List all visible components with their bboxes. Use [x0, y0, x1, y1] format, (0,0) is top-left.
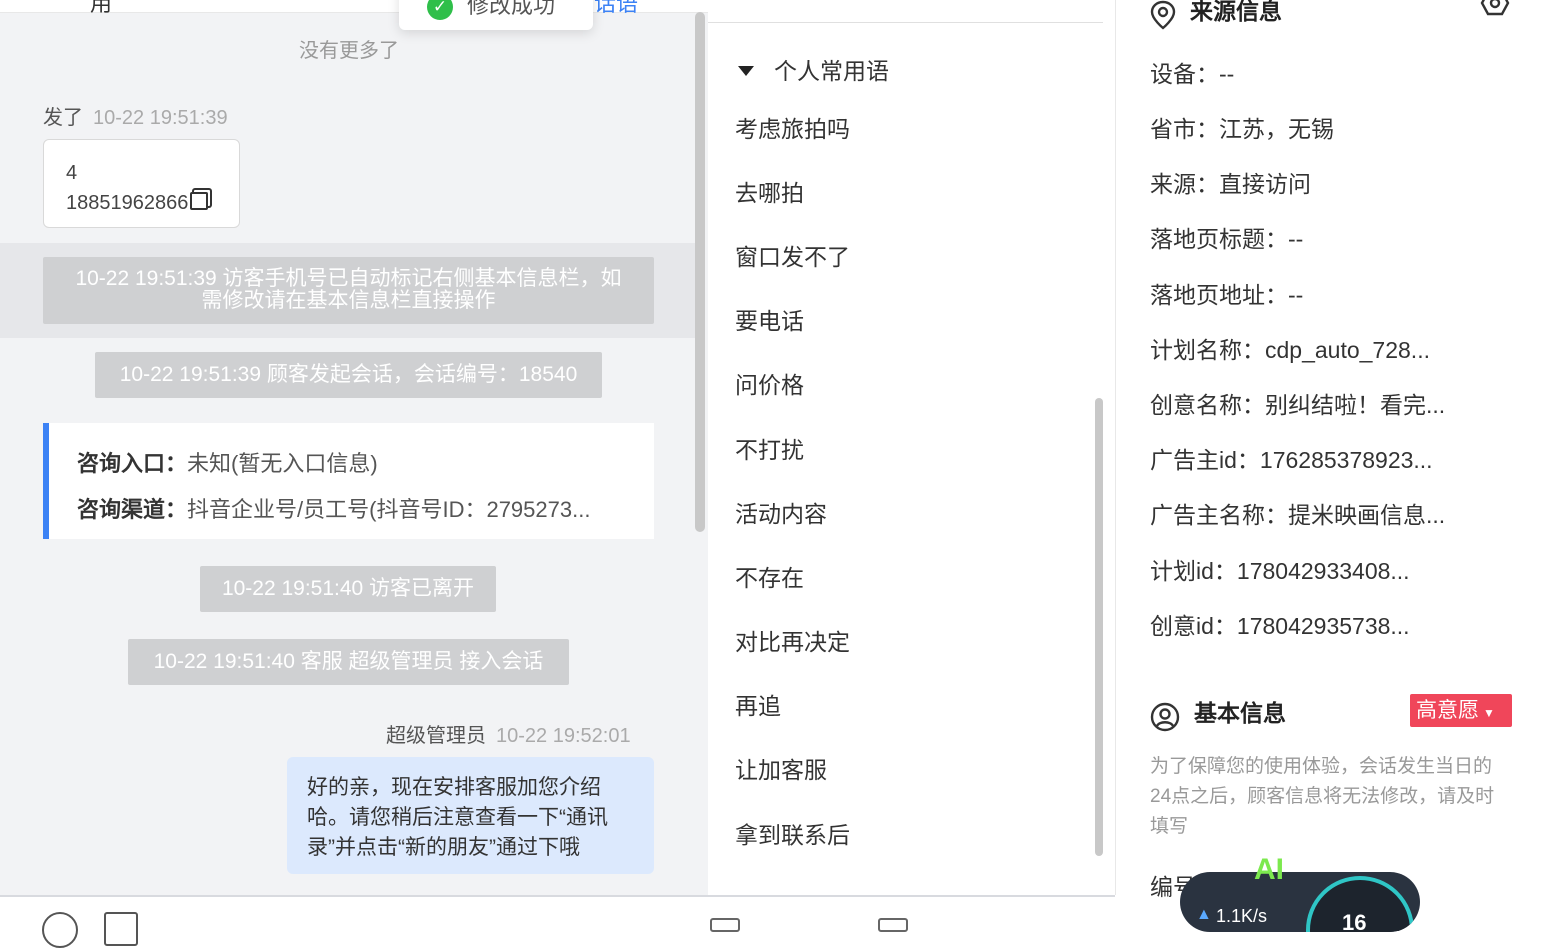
tool-icon[interactable]: [710, 918, 740, 932]
phrase-item[interactable]: 再追: [735, 687, 781, 721]
source-section-title: 来源信息: [1190, 0, 1282, 24]
chat-top-bar: 用 话语: [0, 0, 708, 16]
channel-value: 抖音企业号/员工号(抖音号ID：2795273...: [187, 497, 591, 522]
sender-name: 超级管理员: [386, 725, 486, 747]
toast-text: 修改成功: [467, 0, 556, 18]
entry-key: 咨询入口：: [77, 451, 188, 476]
message-time: 10-22 19:51:39: [93, 107, 228, 129]
phrases-scrollbar[interactable]: [1095, 398, 1103, 856]
entry-value: 未知(暂无入口信息): [187, 451, 378, 476]
copy-icon[interactable]: [190, 192, 209, 210]
sender-name: 发了: [43, 107, 83, 129]
input-toolbar: [0, 895, 1115, 948]
phrase-item[interactable]: 去哪拍: [735, 174, 804, 208]
chat-top-link[interactable]: 话语: [594, 0, 638, 18]
info-advertiser-id: 广告主id：176285378923...: [1150, 447, 1433, 473]
bubble-line: 哈。请您稍后注意查看一下“通讯: [307, 806, 608, 829]
info-province-city: 省市：江苏，无锡: [1150, 116, 1334, 142]
caret-down-icon: [738, 65, 754, 76]
ai-badge[interactable]: AI: [1254, 853, 1284, 887]
system-message-visitor-left: 10-22 19:51:40 访客已离开: [200, 566, 496, 612]
info-landing-title: 落地页标题：--: [1150, 226, 1304, 252]
message-meta: 发了 10-22 19:51:39: [43, 101, 228, 130]
no-more-text: 没有更多了: [299, 40, 399, 62]
tool-icon[interactable]: [878, 918, 908, 932]
check-icon: ✓: [427, 0, 453, 20]
intent-badge[interactable]: 高意愿 ▼: [1410, 694, 1512, 727]
success-toast: ✓ 修改成功: [399, 0, 593, 30]
info-advertiser-name: 广告主名称：提米映画信息...: [1150, 502, 1446, 528]
system-message-line: 需修改请在基本信息栏直接操作: [201, 289, 496, 312]
system-message-line: 10-22 19:51:39 访客手机号已自动标记右侧基本信息栏，如: [75, 267, 622, 290]
chat-scrollbar[interactable]: [695, 12, 705, 532]
agent-message-bubble: 好的亲，现在安排客服加您介绍 哈。请您稍后注意查看一下“通讯 录”并点击“新的朋…: [287, 757, 654, 874]
info-landing-url: 落地页地址：--: [1150, 282, 1304, 308]
user-circle-icon: [1150, 702, 1180, 731]
info-creative-name: 创意名称：别纠结啦！看完...: [1150, 392, 1446, 418]
phrase-item[interactable]: 要电话: [735, 302, 804, 336]
edit-notice: 为了保障您的使用体验，会话发生当日的24点之后，顾客信息将无法修改，请及时填写: [1150, 756, 1495, 837]
image-icon[interactable]: [104, 912, 138, 946]
phrase-item[interactable]: 问价格: [735, 366, 804, 400]
info-plan-id: 计划id：178042933408...: [1150, 558, 1410, 584]
bubble-line: 好的亲，现在安排客服加您介绍: [307, 776, 601, 799]
intent-badge-label: 高意愿: [1416, 699, 1479, 722]
usage-percent: 16: [1342, 910, 1367, 932]
bubble-line: 录”并点击“新的朋友”通过下哦: [307, 836, 580, 859]
settings-icon[interactable]: [1480, 0, 1510, 16]
system-message-session-start: 10-22 19:51:39 顾客发起会话，会话编号：18540: [95, 352, 602, 398]
chat-panel: 用 话语 没有更多了 发了 10-22 19:51:39 4 1885196286…: [0, 0, 709, 895]
phrase-item[interactable]: 活动内容: [735, 495, 827, 529]
basic-section-header: 基本信息: [1150, 694, 1286, 732]
channel-key: 咨询渠道：: [77, 497, 188, 522]
system-message-agent-joined: 10-22 19:51:40 客服 超级管理员 接入会话: [128, 639, 569, 685]
basic-section-title: 基本信息: [1194, 700, 1286, 726]
phrase-item[interactable]: 不存在: [735, 559, 804, 593]
system-message-phone-marked: 10-22 19:51:39 访客手机号已自动标记右侧基本信息栏，如 需修改请在…: [43, 257, 654, 324]
caret-down-icon: ▼: [1483, 706, 1495, 720]
card-phone: 18851962866: [66, 192, 189, 214]
phrase-item[interactable]: 让加客服: [735, 751, 827, 785]
chat-top-partial-label: 用: [90, 0, 113, 16]
info-plan-name: 计划名称：cdp_auto_728...: [1150, 337, 1430, 363]
divider: [708, 22, 1103, 23]
network-speed-widget[interactable]: ▲ 1.1K/s 16: [1180, 872, 1420, 932]
phrase-group-label: 个人常用语: [774, 58, 889, 84]
arrow-up-icon: ▲: [1196, 906, 1212, 923]
phrase-item[interactable]: 对比再决定: [735, 623, 850, 657]
usage-ring: 16: [1306, 876, 1414, 932]
phrase-item[interactable]: 窗口发不了: [735, 238, 850, 272]
phrase-item[interactable]: 考虑旅拍吗: [735, 110, 850, 144]
card-line-1: 4: [66, 162, 78, 184]
reply-meta: 超级管理员 10-22 19:52:01: [386, 719, 631, 748]
info-creative-id: 创意id：178042935738...: [1150, 613, 1410, 639]
emoji-icon[interactable]: [42, 912, 78, 948]
phrases-panel: 个人常用语 考虑旅拍吗 去哪拍 窗口发不了 要电话 问价格 不打扰 活动内容 不…: [708, 0, 1116, 895]
visitor-info-panel: 来源信息 设备：-- 省市：江苏，无锡 来源：直接访问 落地页标题：-- 落地页…: [1116, 0, 1544, 922]
contact-card-message: 4 18851962866: [43, 139, 240, 228]
consult-entry-card: 咨询入口：未知(暂无入口信息) 咨询渠道：抖音企业号/员工号(抖音号ID：279…: [43, 423, 654, 539]
info-source: 来源：直接访问: [1150, 171, 1311, 197]
phrase-item[interactable]: 拿到联系后: [735, 816, 850, 850]
upload-speed: 1.1K/s: [1216, 906, 1268, 926]
source-section-header: 来源信息: [1150, 0, 1282, 30]
phrase-item[interactable]: 不打扰: [735, 431, 804, 465]
message-time: 10-22 19:52:01: [496, 725, 631, 747]
phrase-group-header[interactable]: 个人常用语: [738, 52, 889, 86]
location-pin-icon: [1150, 0, 1176, 30]
info-device: 设备：--: [1150, 61, 1235, 87]
